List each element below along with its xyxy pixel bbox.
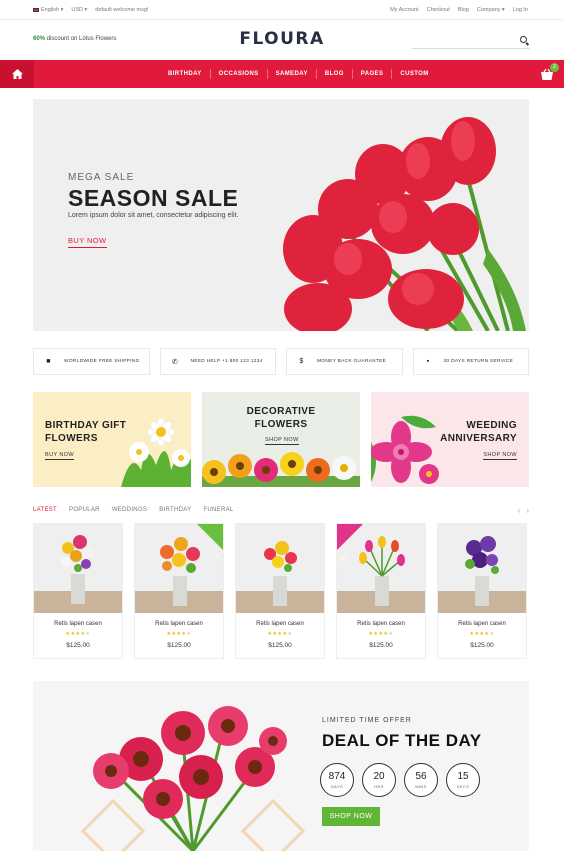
top-bar: English ▾ USD ▾ default welcome msg! My … [0, 0, 564, 20]
nav-occasions[interactable]: OCCASIONS [211, 69, 268, 79]
banner-shop-now-link[interactable]: SHOP NOW [265, 437, 299, 445]
product-rating: ★★★★★ [267, 631, 293, 637]
company-menu[interactable]: Company ▾ [477, 7, 505, 13]
gerbera-bouquet-image [80, 706, 306, 851]
product-name[interactable]: Retis lapen casen [34, 621, 122, 627]
blog-link[interactable]: Blog [458, 7, 469, 13]
cart-button[interactable]: 2 [538, 63, 559, 82]
deal-title: DEAL OF THE DAY [322, 731, 482, 750]
welcome-message: default welcome msg! [95, 7, 149, 13]
phone-icon: ✆ [171, 358, 179, 366]
nav-custom[interactable]: CUSTOM [392, 69, 436, 79]
product-price: $125.00 [268, 642, 292, 649]
tab-popular[interactable]: POPULAR [69, 507, 100, 513]
product-price: $125.00 [167, 642, 191, 649]
product-image[interactable] [236, 524, 324, 613]
countdown-minutes: 56 MINS [404, 763, 438, 797]
banner-title: WEEDING ANNIVERSARY [440, 420, 517, 444]
hero-subtitle: Lorem ipsum dolor sit amet, consectetur … [68, 212, 239, 219]
product-name[interactable]: Retis lapen casen [438, 621, 526, 627]
countdown-days: 874 DAYS [320, 763, 354, 797]
nav-pages[interactable]: PAGES [353, 69, 393, 79]
birthday-banner[interactable]: BIRTHDAY GIFT FLOWERS BUY NOW [33, 392, 191, 487]
product-image[interactable] [34, 524, 122, 613]
product-rating: ★★★★★ [368, 631, 394, 637]
anniversary-banner[interactable]: WEEDING ANNIVERSARY SHOP NOW [371, 392, 529, 487]
gerbera-row-image [202, 452, 360, 487]
tab-weddings[interactable]: WEDDINGS [112, 507, 147, 513]
banner-shop-now-link[interactable]: SHOP NOW [483, 452, 517, 460]
discount-badge: -5% [197, 524, 223, 561]
hero-eyebrow: MEGA SALE [68, 172, 135, 183]
product-tabs: LATEST POPULAR WEDDINGS BIRTHDAY FUNERAL [33, 507, 234, 513]
chevron-right-icon[interactable]: › [526, 506, 529, 515]
feature-money-back: $ MONEY BACK GUARANTEE [286, 348, 403, 375]
truck-icon: ■ [46, 358, 51, 365]
feature-returns: ▪ 30 DAYS RETURN SERVICE [412, 348, 529, 375]
language-selector[interactable]: English ▾ [33, 7, 63, 13]
checkout-link[interactable]: Checkout [427, 7, 450, 13]
product-card[interactable]: Retis lapen casen ★★★★★ $125.00 [235, 523, 325, 659]
product-image[interactable]: -5% [135, 524, 223, 613]
tulips-image [283, 117, 526, 331]
banner-title: BIRTHDAY GIFT FLOWERS [45, 420, 127, 444]
deal-shop-now-button[interactable]: SHOP NOW [322, 807, 380, 826]
tab-funeral[interactable]: FUNERAL [203, 507, 233, 513]
currency-selector[interactable]: USD ▾ [71, 7, 87, 13]
product-card[interactable]: -5% Retis lapen casen ★★★★★ $125.00 [134, 523, 224, 659]
product-rating: ★★★★★ [166, 631, 192, 637]
my-account-link[interactable]: My Account [390, 7, 418, 13]
hot-badge: HOT [337, 524, 363, 562]
product-card[interactable]: Retis lapen casen ★★★★★ $125.00 [33, 523, 123, 659]
search-input[interactable] [412, 33, 530, 49]
banner-title: DECORATIVE FLOWERS [246, 406, 316, 430]
flag-icon [33, 7, 39, 12]
product-card[interactable]: HOT Retis lapen casen ★★★★★ $125.00 [336, 523, 426, 659]
product-price: $125.00 [470, 642, 494, 649]
countdown-seconds: 15 SECS [446, 763, 480, 797]
hero-title: SEASON SALE [68, 185, 239, 211]
product-rating: ★★★★★ [469, 631, 495, 637]
search-icon[interactable] [520, 36, 527, 43]
nav-blog[interactable]: BLOG [317, 69, 353, 79]
product-image[interactable] [438, 524, 526, 613]
deal-eyebrow: LIMITED TIME OFFER [322, 717, 412, 724]
product-image[interactable]: HOT [337, 524, 425, 613]
nav-birthday[interactable]: BIRTHDAY [160, 69, 211, 79]
chevron-left-icon[interactable]: ‹ [518, 506, 521, 515]
product-card[interactable]: Retis lapen casen ★★★★★ $125.00 [437, 523, 527, 659]
header: 60% discount on Lotus Flowers FLOURA [0, 20, 564, 60]
product-name[interactable]: Retis lapen casen [135, 621, 223, 627]
dollar-icon: $ [299, 358, 304, 365]
hero-buy-now-link[interactable]: BUY NOW [68, 236, 107, 248]
countdown-timer: 874 DAYS 20 HRS 56 MINS 15 SECS [320, 763, 480, 797]
cart-count-badge: 2 [550, 63, 559, 72]
tab-birthday[interactable]: BIRTHDAY [159, 507, 191, 513]
main-nav: BIRTHDAY OCCASIONS SAMEDAY BLOG PAGES CU… [0, 60, 564, 88]
hero-banner[interactable]: MEGA SALE SEASON SALE Lorem ipsum dolor … [33, 99, 529, 331]
tab-latest[interactable]: LATEST [33, 507, 57, 513]
banner-buy-now-link[interactable]: BUY NOW [45, 452, 74, 460]
product-name[interactable]: Retis lapen casen [236, 621, 324, 627]
product-price: $125.00 [66, 642, 90, 649]
home-button[interactable] [0, 60, 34, 88]
product-rating: ★★★★★ [65, 631, 91, 637]
countdown-hours: 20 HRS [362, 763, 396, 797]
deal-of-the-day: LIMITED TIME OFFER DEAL OF THE DAY 874 DA… [33, 681, 529, 851]
carousel-arrows: ‹ › [518, 506, 529, 515]
decorative-banner[interactable]: DECORATIVE FLOWERS SHOP NOW [202, 392, 360, 487]
nav-sameday[interactable]: SAMEDAY [268, 69, 317, 79]
pink-flower-image [371, 415, 439, 484]
feature-help: ✆ NEED HELP +1 800 123 1234 [159, 348, 276, 375]
login-link[interactable]: Log In [513, 7, 528, 13]
home-icon [11, 69, 23, 79]
product-name[interactable]: Retis lapen casen [337, 621, 425, 627]
product-price: $125.00 [369, 642, 393, 649]
briefcase-icon: ▪ [426, 358, 430, 365]
feature-shipping: ■ WORLDWIDE FREE SHIPPING [33, 348, 150, 375]
daisy-image [121, 417, 191, 487]
features-strip: ■ WORLDWIDE FREE SHIPPING ✆ NEED HELP +1 8… [33, 348, 529, 375]
